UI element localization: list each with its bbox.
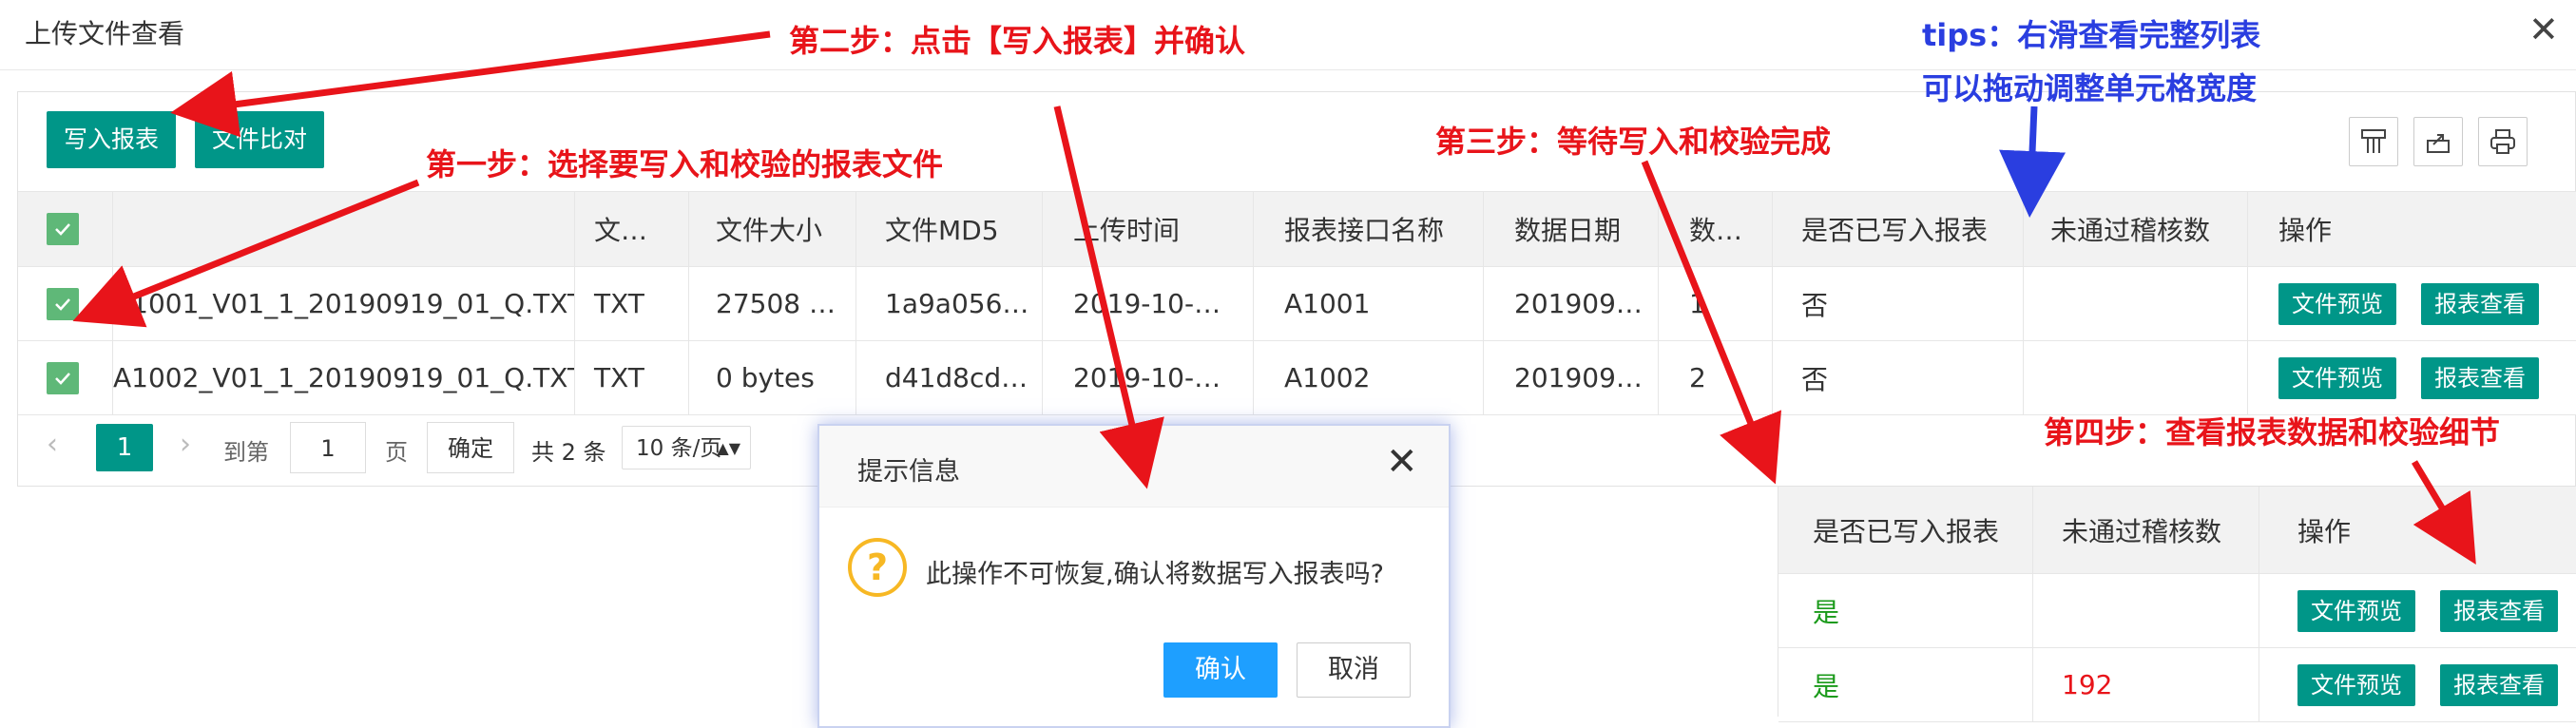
- row-checkbox[interactable]: [18, 267, 113, 340]
- step1-annotation: 第一步：选择要写入和校验的报表文件: [426, 146, 944, 182]
- zoom-header: 是否已写入报表 未通过稽核数 操作: [1778, 487, 2576, 574]
- row-actions: 文件预览 报表查看: [2248, 267, 2576, 340]
- row-actions: 文件预览 报表查看: [2248, 341, 2576, 414]
- report-view-button[interactable]: 报表查看: [2440, 663, 2558, 706]
- zoom-header-written: 是否已写入报表: [1778, 487, 2033, 573]
- column-header-count[interactable]: 数…: [1659, 192, 1773, 266]
- row-size: 0 bytes: [689, 341, 856, 414]
- table-row: A1001_V01_1_20190919_01_Q.TXT TXT 27508 …: [18, 267, 2576, 341]
- zoom-actions: 文件预览 报表查看: [2259, 648, 2576, 721]
- dialog-confirm-button[interactable]: 确认: [1163, 642, 1278, 698]
- page-size-select[interactable]: 10 条/页 ▲▼: [622, 426, 751, 469]
- row-upload-time: 2019-10-…: [1043, 341, 1254, 414]
- column-header-filename: [113, 192, 575, 266]
- row-data-date: 201909…: [1484, 267, 1659, 340]
- close-icon[interactable]: ✕: [2528, 11, 2559, 48]
- report-view-button[interactable]: 报表查看: [2440, 589, 2558, 632]
- write-report-button[interactable]: 写入报表: [47, 111, 176, 168]
- row-filename: A1001_V01_1_20190919_01_Q.TXT: [113, 267, 575, 340]
- file-preview-button[interactable]: 文件预览: [2278, 356, 2396, 399]
- row-size: 27508 …: [689, 267, 856, 340]
- row-written: 否: [1773, 341, 2024, 414]
- zoom-failed: 192: [2033, 648, 2259, 721]
- row-interface: A1001: [1254, 267, 1484, 340]
- column-header-failed[interactable]: 未通过稽核数: [2024, 192, 2248, 266]
- tips-annotation: tips：右滑查看完整列表: [1922, 17, 2261, 53]
- goto-label: 到第: [223, 439, 269, 466]
- row-failed: [2024, 267, 2248, 340]
- row-type: TXT: [575, 267, 689, 340]
- column-header-size[interactable]: 文件大小: [689, 192, 856, 266]
- row-type: TXT: [575, 341, 689, 414]
- dialog-message: 此操作不可恢复,确认将数据写入报表吗?: [926, 560, 1384, 589]
- report-view-button[interactable]: 报表查看: [2421, 282, 2539, 325]
- column-header-type[interactable]: 文…: [575, 192, 689, 266]
- row-upload-time: 2019-10-…: [1043, 267, 1254, 340]
- column-header-upload-time[interactable]: 上传时间: [1043, 192, 1254, 266]
- dialog-title: 提示信息: [857, 457, 960, 487]
- zoom-header-failed: 未通过稽核数: [2033, 487, 2259, 573]
- print-icon[interactable]: [2478, 117, 2528, 166]
- row-data-date: 201909…: [1484, 341, 1659, 414]
- goto-page-input[interactable]: 1: [290, 422, 366, 473]
- step3-annotation: 第三步：等待写入和校验完成: [1435, 124, 1832, 160]
- file-preview-button[interactable]: 文件预览: [2297, 663, 2415, 706]
- zoom-written: 是: [1778, 574, 2033, 647]
- select-all-checkbox[interactable]: [18, 192, 113, 266]
- row-md5: d41d8cd…: [856, 341, 1043, 414]
- compare-files-button[interactable]: 文件比对: [195, 111, 324, 168]
- row-md5: 1a9a056…: [856, 267, 1043, 340]
- page-1-button[interactable]: 1: [96, 424, 153, 471]
- window-title: 上传文件查看: [25, 18, 185, 49]
- column-header-md5[interactable]: 文件MD5: [856, 192, 1043, 266]
- goto-confirm-button[interactable]: 确定: [427, 422, 514, 473]
- row-failed: [2024, 341, 2248, 414]
- tips-annotation-2: 可以拖动调整单元格宽度: [1922, 70, 2258, 106]
- prev-page-icon[interactable]: ‹: [47, 428, 58, 461]
- page-unit-label: 页: [385, 439, 408, 466]
- file-preview-button[interactable]: 文件预览: [2278, 282, 2396, 325]
- zoom-row: 是 文件预览 报表查看: [1778, 574, 2576, 648]
- page-size-value: 10 条/页: [636, 436, 722, 461]
- step4-annotation: 第四步：查看报表数据和校验细节: [2044, 414, 2501, 450]
- zoom-written: 是: [1778, 648, 2033, 721]
- row-count: 1: [1659, 267, 1773, 340]
- zoomed-result-panel: 是否已写入报表 未通过稽核数 操作 是 文件预览 报表查看 是 192 文件预览…: [1778, 487, 2576, 722]
- zoom-header-actions: 操作: [2297, 515, 2352, 547]
- dialog-header: 提示信息 ✕: [819, 426, 1449, 508]
- question-icon: ?: [848, 538, 907, 597]
- file-preview-button[interactable]: 文件预览: [2297, 589, 2415, 632]
- zoom-actions: 文件预览 报表查看: [2259, 574, 2576, 647]
- next-page-icon[interactable]: ›: [180, 428, 191, 461]
- row-written: 否: [1773, 267, 2024, 340]
- dialog-close-icon[interactable]: ✕: [1386, 443, 1418, 481]
- columns-icon[interactable]: [2349, 117, 2398, 166]
- zoom-failed: [2033, 574, 2259, 647]
- total-count: 共 2 条: [531, 439, 606, 466]
- row-filename: A1002_V01_1_20190919_01_Q.TXT: [113, 341, 575, 414]
- row-interface: A1002: [1254, 341, 1484, 414]
- zoom-row: 是 192 文件预览 报表查看: [1778, 648, 2576, 722]
- dialog-cancel-button[interactable]: 取消: [1297, 642, 1411, 698]
- table-row: A1002_V01_1_20190919_01_Q.TXT TXT 0 byte…: [18, 341, 2576, 415]
- confirm-dialog: 提示信息 ✕ ? 此操作不可恢复,确认将数据写入报表吗? 确认 取消: [817, 424, 1451, 728]
- table-header: 文… 文件大小 文件MD5 上传时间 报表接口名称 数据日期 数… 是否已写入报…: [18, 191, 2576, 267]
- export-icon[interactable]: [2413, 117, 2463, 166]
- column-header-data-date[interactable]: 数据日期: [1484, 192, 1659, 266]
- step2-annotation: 第二步：点击【写入报表】并确认: [789, 23, 1246, 59]
- row-count: 2: [1659, 341, 1773, 414]
- column-header-written[interactable]: 是否已写入报表: [1773, 192, 2024, 266]
- select-arrow-icon: ▲▼: [717, 439, 740, 457]
- column-header-actions: 操作: [2278, 215, 2333, 246]
- report-view-button[interactable]: 报表查看: [2421, 356, 2539, 399]
- row-checkbox[interactable]: [18, 341, 113, 414]
- column-header-interface[interactable]: 报表接口名称: [1254, 192, 1484, 266]
